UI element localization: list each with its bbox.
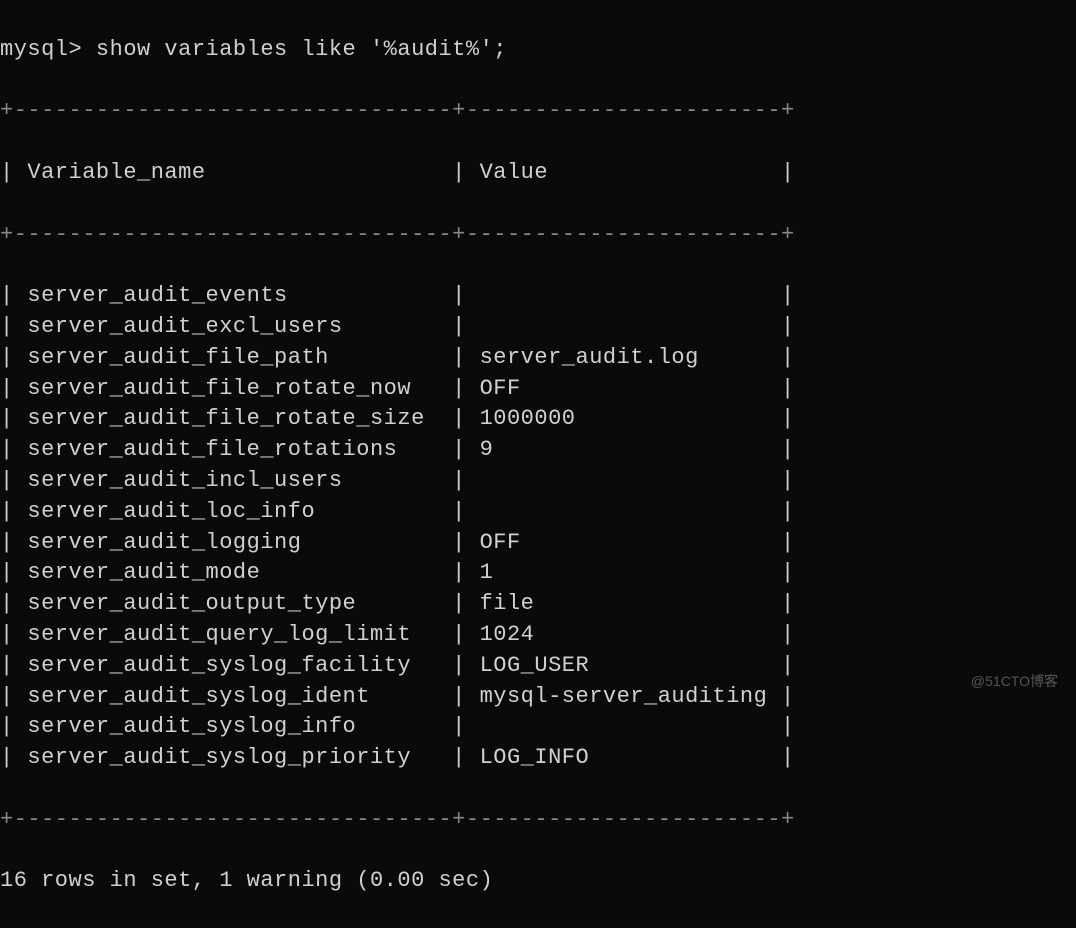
watermark: @51CTO博客 [971, 672, 1058, 692]
table-border-mid: +--------------------------------+------… [0, 220, 1076, 251]
sql-prompt-line: mysql> show variables like '%audit%'; [0, 35, 1076, 66]
table-row: | server_audit_incl_users | | [0, 466, 1076, 497]
table-row: | server_audit_syslog_priority | LOG_INF… [0, 743, 1076, 774]
result-footer: 16 rows in set, 1 warning (0.00 sec) [0, 866, 1076, 897]
terminal-output[interactable]: mysql> show variables like '%audit%'; +-… [0, 4, 1076, 928]
table-row: | server_audit_file_rotate_size | 100000… [0, 404, 1076, 435]
table-row: | server_audit_file_rotate_now | OFF | [0, 374, 1076, 405]
table-body: | server_audit_events | || server_audit_… [0, 281, 1076, 774]
table-row: | server_audit_syslog_ident | mysql-serv… [0, 682, 1076, 713]
table-row: | server_audit_excl_users | | [0, 312, 1076, 343]
table-border-top: +--------------------------------+------… [0, 96, 1076, 127]
table-row: | server_audit_file_path | server_audit.… [0, 343, 1076, 374]
table-row: | server_audit_syslog_info | | [0, 712, 1076, 743]
table-row: | server_audit_query_log_limit | 1024 | [0, 620, 1076, 651]
table-row: | server_audit_syslog_facility | LOG_USE… [0, 651, 1076, 682]
table-header-row: | Variable_name | Value | [0, 158, 1076, 189]
table-row: | server_audit_file_rotations | 9 | [0, 435, 1076, 466]
table-row: | server_audit_mode | 1 | [0, 558, 1076, 589]
table-row: | server_audit_events | | [0, 281, 1076, 312]
table-row: | server_audit_loc_info | | [0, 497, 1076, 528]
table-row: | server_audit_output_type | file | [0, 589, 1076, 620]
table-row: | server_audit_logging | OFF | [0, 528, 1076, 559]
table-border-bot: +--------------------------------+------… [0, 805, 1076, 836]
